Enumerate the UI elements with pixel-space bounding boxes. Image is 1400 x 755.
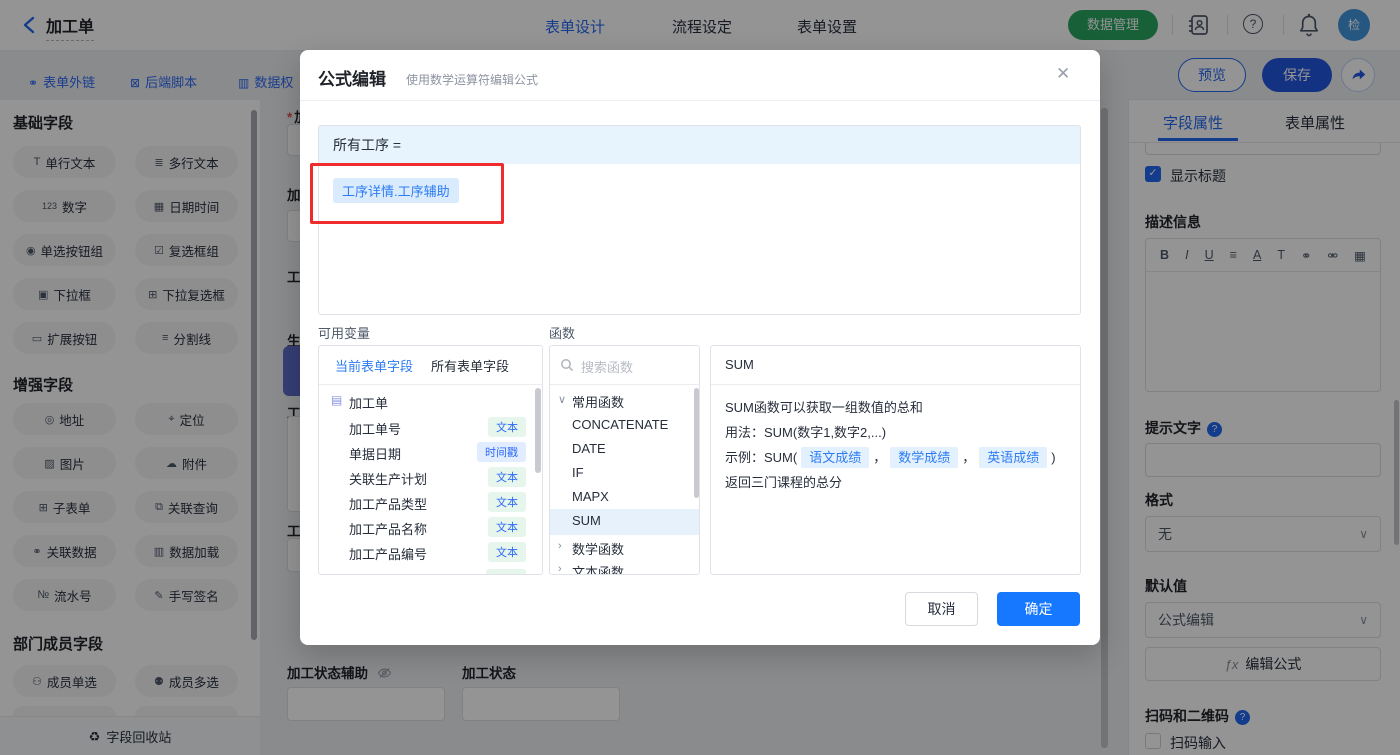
dialog-subtitle: 使用数学运算符编辑公式	[406, 73, 539, 87]
variable-name: 加工产品名称	[349, 522, 428, 537]
variables-panel: 当前表单字段 所有表单字段 ▤ 加工单 加工单号 文本 单据日期 时间戳 关联生产计划…	[318, 345, 543, 575]
divider	[300, 100, 1100, 101]
app-window: 加工单 表单设计 流程设定 表单设置 数据管理 ? 检 ⚭ 表单外链 ⊠ 后端脚本 …	[0, 0, 1400, 755]
cancel-button[interactable]: 取消	[905, 592, 978, 626]
function-group-text[interactable]: › 文本函数	[550, 560, 699, 575]
example-token: 语文成绩	[801, 447, 870, 468]
search-placeholder: 搜索函数	[581, 360, 634, 375]
example-token: 数学成绩	[890, 447, 959, 468]
variable-type-badge: 文本	[488, 517, 526, 537]
group-label: 文本函数	[572, 565, 625, 575]
functions-scrollbar[interactable]	[694, 388, 699, 498]
annotation-box	[310, 163, 504, 224]
form-doc-icon: ▤	[331, 393, 343, 407]
search-icon	[561, 359, 574, 372]
group-label: 常用函数	[572, 395, 625, 410]
formula-target: 所有工序 =	[319, 126, 1080, 164]
variable-row[interactable]: 单据日期 时间戳	[319, 441, 542, 466]
caret-closed-icon: ›	[558, 563, 562, 575]
close-icon[interactable]: ✕	[1056, 64, 1070, 84]
variable-name: 关联生产计划	[349, 472, 428, 487]
variables-scrollbar[interactable]	[535, 388, 541, 473]
variable-type-badge: 时间戳	[477, 442, 526, 462]
confirm-button[interactable]: 确定	[997, 592, 1080, 626]
caret-open-icon: ∨	[558, 394, 567, 406]
function-item-sum[interactable]: SUM	[550, 509, 699, 535]
variable-row[interactable]: 加工产品编号 文本	[319, 541, 542, 566]
variable-row[interactable]: 加工产品名称 文本	[319, 516, 542, 541]
dialog-title: 公式编辑	[318, 70, 386, 89]
variable-row[interactable]: 加工单号 文本	[319, 416, 542, 441]
function-group-math[interactable]: › 数学函数	[550, 537, 699, 561]
variable-type-badge: 文本	[488, 542, 526, 562]
variable-name: 加工产品编号	[349, 547, 428, 562]
function-doc-example: 示例：SUM(语文成绩，数学成绩，英语成绩)返回三门课程的总分	[725, 445, 1066, 495]
variable-name: 加工产品类型	[349, 497, 428, 512]
example-token: 英语成绩	[979, 447, 1048, 468]
function-item-mapx[interactable]: MAPX	[550, 487, 699, 511]
variable-row[interactable]: 关联生产计划 文本	[319, 466, 542, 491]
variable-name: 单据日期	[349, 447, 402, 462]
function-item-date[interactable]: DATE	[550, 439, 699, 463]
formula-edit-dialog: 公式编辑 使用数学运算符编辑公式 ✕ 所有工序 = 工序详情.工序辅助 可用变量…	[300, 50, 1100, 645]
function-item-concatenate[interactable]: CONCATENATE	[550, 415, 699, 439]
caret-closed-icon: ›	[558, 540, 562, 552]
function-group-common[interactable]: ∨ 常用函数	[550, 390, 699, 414]
variable-row[interactable]: 加工产品类型 文本	[319, 491, 542, 516]
variable-type-badge-partial	[486, 569, 526, 574]
variables-root-label: 加工单	[349, 396, 389, 411]
function-doc-desc: SUM函数可以获取一组数值的总和	[725, 400, 923, 415]
variable-type-badge: 文本	[488, 467, 526, 487]
functions-label: 函数	[549, 326, 576, 341]
function-item-if[interactable]: IF	[550, 463, 699, 487]
variable-name: 加工单号	[349, 422, 402, 437]
function-search-box[interactable]: 搜索函数	[550, 346, 699, 385]
function-doc-body: SUM函数可以获取一组数值的总和 用法：SUM(数字1,数字2,...) 示例：…	[711, 385, 1080, 505]
variable-type-badge: 文本	[488, 417, 526, 437]
variable-type-badge: 文本	[488, 492, 526, 512]
group-label: 数学函数	[572, 542, 625, 557]
function-doc-panel: SUM SUM函数可以获取一组数值的总和 用法：SUM(数字1,数字2,...)…	[710, 345, 1081, 575]
available-variables-label: 可用变量	[318, 326, 371, 341]
variables-tabs: 当前表单字段 所有表单字段	[319, 346, 542, 385]
tab-current-form-fields[interactable]: 当前表单字段	[335, 356, 413, 375]
variable-row-partial[interactable]	[319, 568, 542, 574]
tab-all-form-fields[interactable]: 所有表单字段	[431, 356, 509, 375]
function-doc-usage: 用法：SUM(数字1,数字2,...)	[725, 425, 887, 440]
function-doc-title: SUM	[711, 346, 1080, 385]
functions-panel: 搜索函数 ∨ 常用函数 CONCATENATE DATE IF MAPX SUM …	[549, 345, 700, 575]
variables-root-row[interactable]: ▤ 加工单	[319, 390, 542, 415]
